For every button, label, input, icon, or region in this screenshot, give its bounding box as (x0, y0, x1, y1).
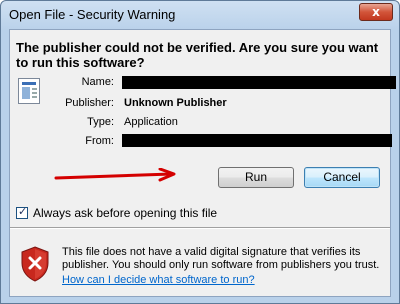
type-value: Application (124, 116, 178, 128)
from-label: From: (85, 135, 114, 147)
cancel-button[interactable]: Cancel (304, 167, 380, 188)
dialog-content: The publisher could not be verified. Are… (9, 29, 396, 297)
close-button[interactable]: x (359, 3, 393, 21)
type-label: Type: (87, 116, 114, 128)
publisher-label: Publisher: (65, 97, 114, 109)
security-shield-icon (21, 246, 49, 282)
security-warning-dialog: Open File - Security Warning x The publi… (0, 0, 400, 304)
run-button[interactable]: Run (218, 167, 294, 188)
always-ask-label: Always ask before opening this file (33, 206, 218, 220)
from-value-redacted (122, 134, 392, 147)
separator (10, 227, 390, 229)
checkmark-icon: ✓ (18, 205, 28, 218)
window-title: Open File - Security Warning (9, 7, 176, 22)
annotation-arrow (54, 168, 176, 182)
warning-message: This file does not have a valid digital … (62, 246, 380, 271)
name-value-redacted (122, 76, 396, 89)
warning-headline: The publisher could not be verified. Are… (16, 40, 379, 70)
publisher-value: Unknown Publisher (124, 97, 227, 109)
close-icon: x (372, 5, 380, 19)
name-label: Name: (81, 76, 114, 88)
always-ask-checkbox[interactable]: ✓ (16, 205, 28, 219)
title-bar[interactable]: Open File - Security Warning x (1, 1, 399, 29)
help-link[interactable]: How can I decide what software to run? (62, 274, 255, 286)
